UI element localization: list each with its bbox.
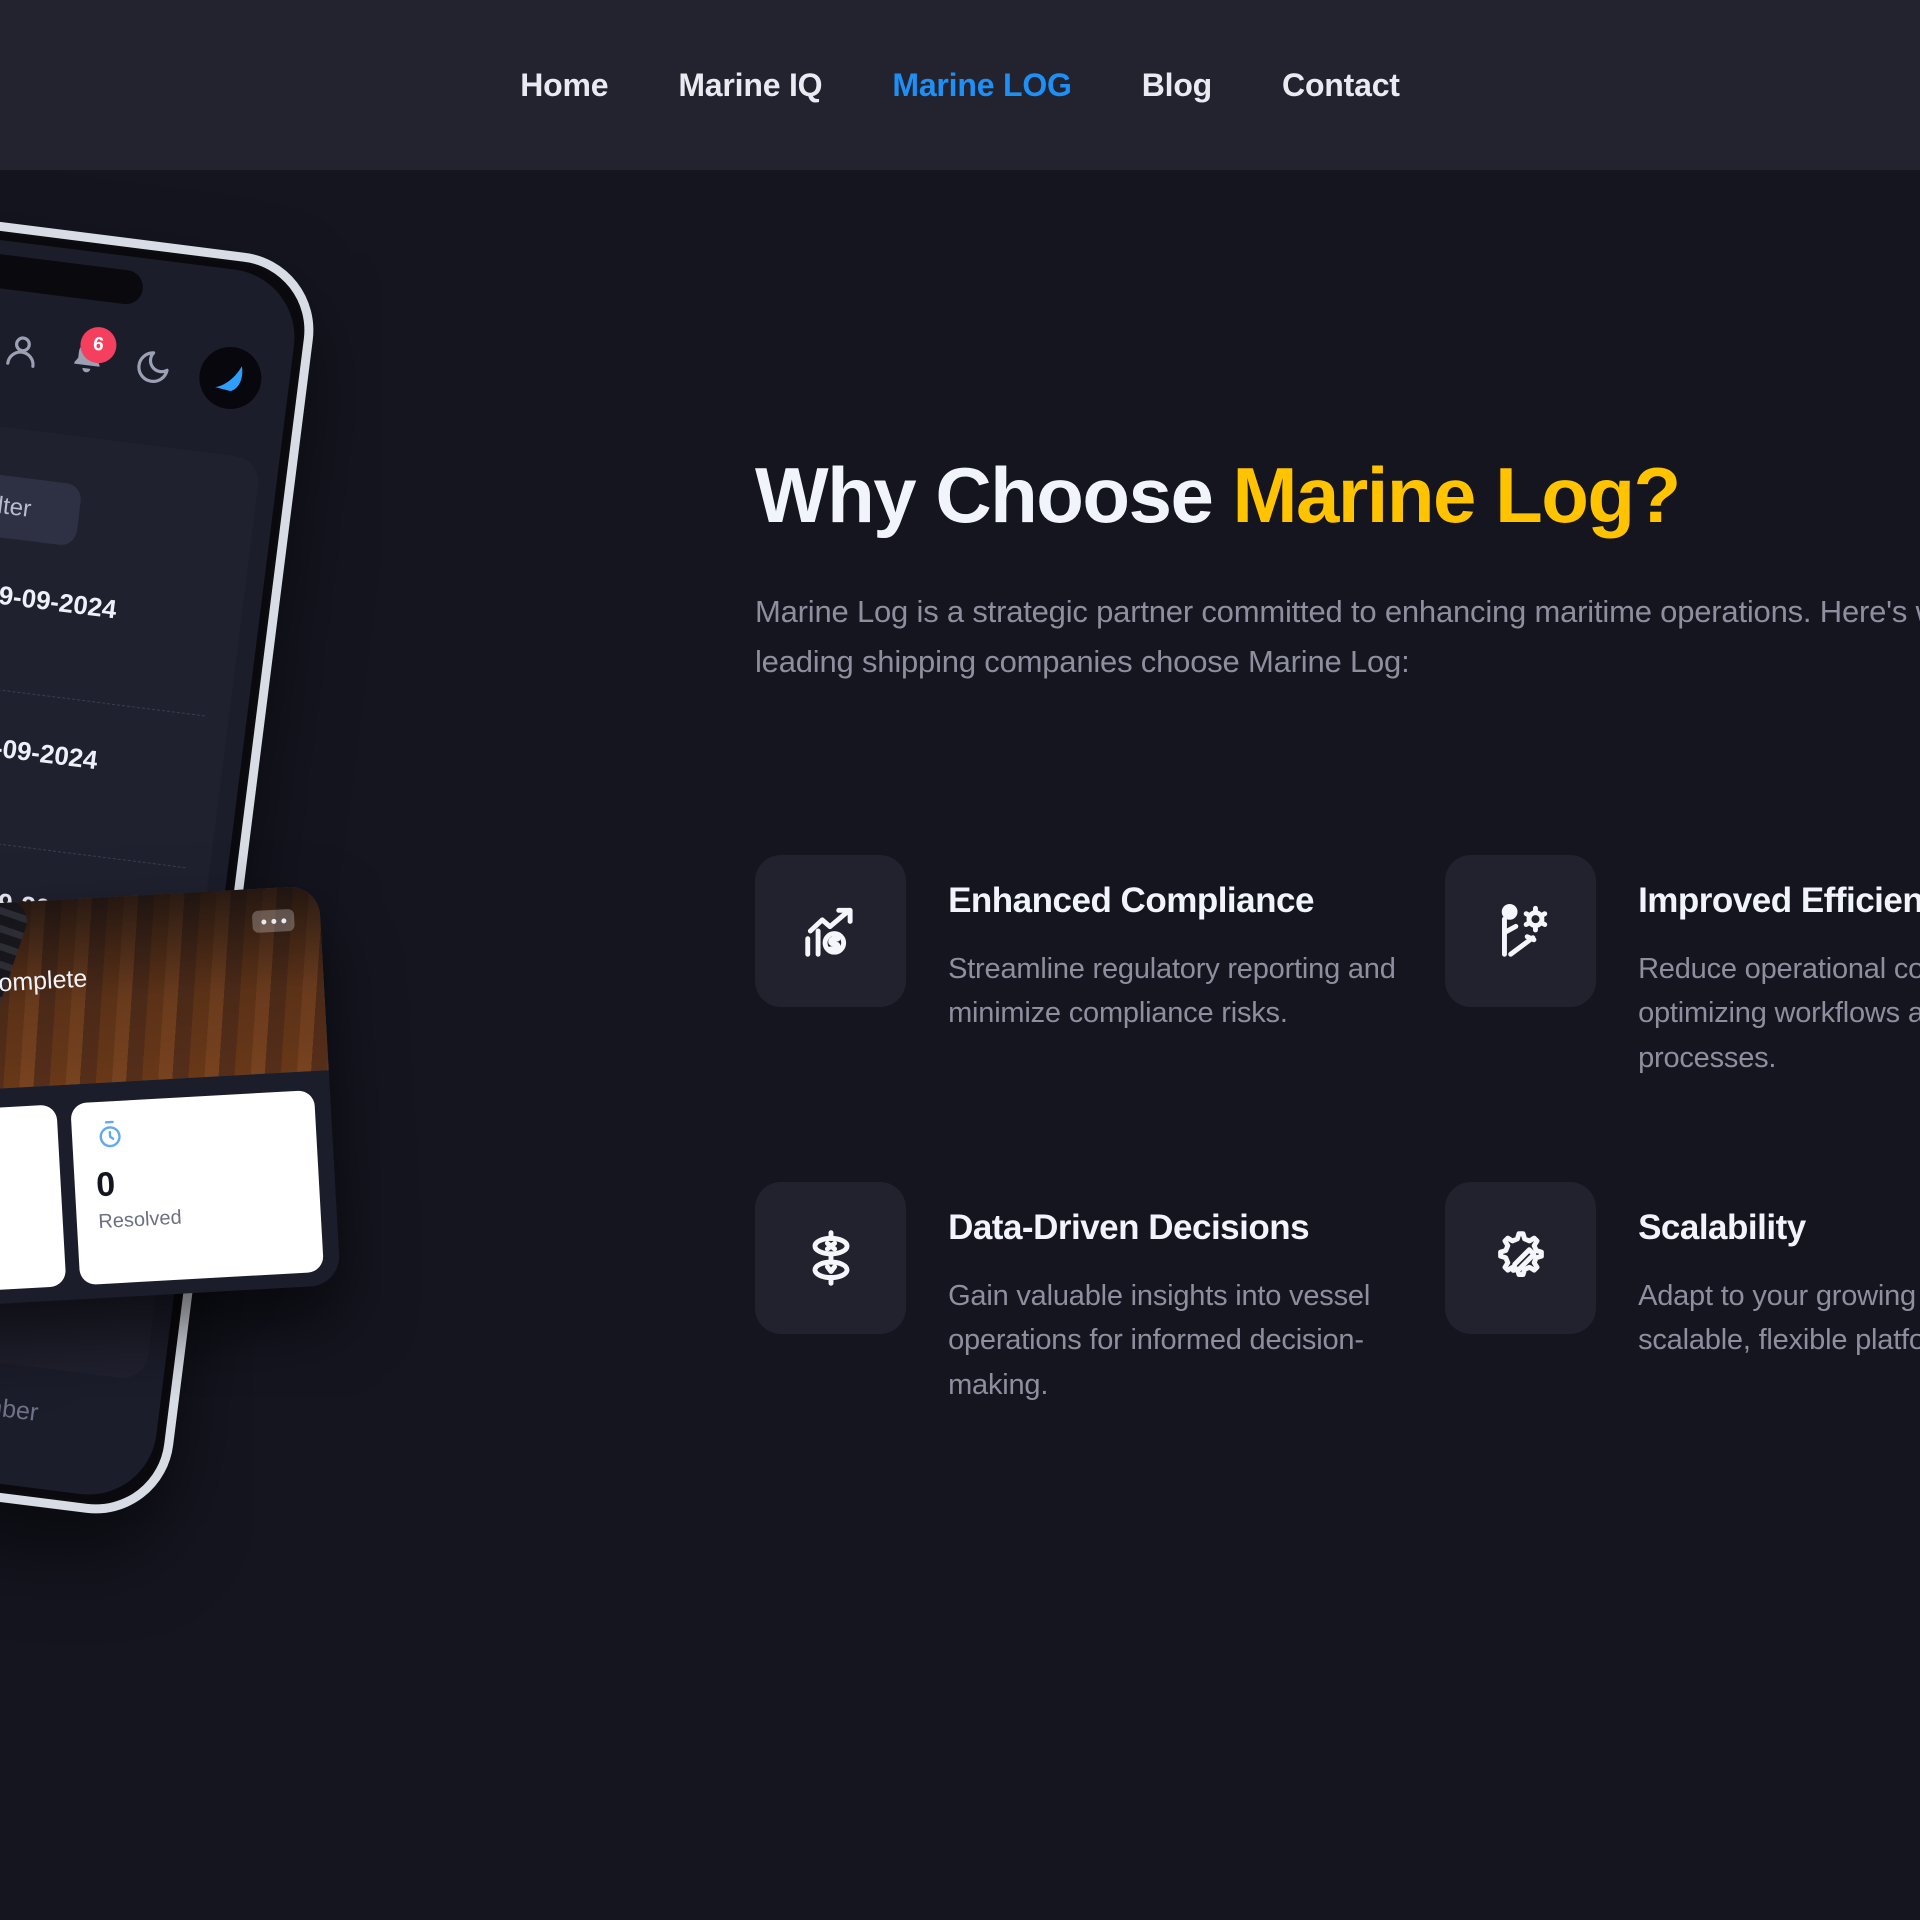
stat-value: 0 [95,1165,117,1205]
hero-content: Why Choose Marine Log? Marine Log is a s… [755,454,1920,687]
feature-description: Reduce operational costs by optimizing w… [1638,953,1920,1074]
page-title: Why Choose Marine Log? [755,454,1920,537]
moon-icon[interactable] [132,346,177,391]
data-nodes-icon [755,1182,907,1335]
hero-intro-paragraph: Marine Log is a strategic partner commit… [755,593,1920,680]
feature-description: Streamline regulatory reporting and mini… [948,953,1396,1030]
feature-title: Data-Driven Decisions [948,1208,1310,1248]
feature-grid: Enhanced Compliance Streamline regulator… [755,855,1920,1407]
feature-body: Data-Driven Decisions Gain valuable insi… [948,1182,1445,1407]
nav-item-blog[interactable]: Blog [1142,67,1212,104]
person-gear-efficiency-icon [1445,855,1597,1007]
nav-item-marine-iq[interactable]: Marine IQ [678,67,822,104]
feature-description: Gain valuable insights into vessel opera… [948,1280,1371,1401]
month-label: December [0,1384,40,1427]
filter-button[interactable]: Filter [0,461,83,547]
feature-body: Scalability Adapt to your growing fleet … [1638,1182,1920,1363]
feature-card-scalability: Scalability Adapt to your growing fleet … [1445,1182,1920,1407]
growth-chart-dollar-icon [755,855,907,1007]
page-root: Home Marine IQ Marine LOG Blog Contact 6… [0,0,1920,1920]
feature-card-data-driven-decisions: Data-Driven Decisions Gain valuable insi… [755,1182,1445,1407]
feature-title: Scalability [1638,1208,1806,1248]
stat-card-resolved[interactable]: 0 Resolved [69,1089,324,1286]
top-navigation: Home Marine IQ Marine LOG Blog Contact [0,0,1920,170]
clock-icon [93,1119,127,1153]
feature-body: Enhanced Compliance Streamline regulator… [948,855,1445,1036]
deficiency-summary-card: ...cies ...ficiencies to complete 3 Open [0,885,341,1315]
nav-item-contact[interactable]: Contact [1282,67,1400,104]
card-menu-icon[interactable] [251,908,295,934]
phone-frame: 6 Filter 09-09-2024 21-09-2024 December [0,197,323,1523]
stat-card-open[interactable]: 3 Open [0,1104,66,1300]
feature-title: Improved Efficiency [1638,881,1920,920]
feature-card-improved-efficiency: Improved Efficiency Reduce operational c… [1445,855,1920,1080]
feature-card-enhanced-compliance: Enhanced Compliance Streamline regulator… [755,855,1445,1080]
stat-label: Open [0,1213,63,1248]
date-range-value: 19-09-2024 - 21-09-2024 [0,710,100,776]
date-list-item[interactable]: 07-09-2024 - 09-09-2024 Date range [0,515,224,717]
phone-notch [0,251,145,307]
phone-topbar: 6 [0,277,295,433]
date-range-value: 07-09-2024 - 09-09-2024 [0,558,119,625]
filter-label: Filter [0,489,33,523]
app-logo-avatar[interactable] [195,343,265,413]
feature-title: Enhanced Compliance [948,881,1314,920]
deficiency-stats: 3 Open 0 Resolved [0,1075,341,1315]
bell-icon[interactable]: 6 [66,325,119,383]
phone-mockup: 6 Filter 09-09-2024 21-09-2024 December [0,197,323,1523]
headline-plain: Why Choose [755,451,1233,539]
headline-accent: Marine Log? [1232,451,1682,539]
feature-description: Adapt to your growing fleet with a scala… [1638,1280,1920,1357]
stat-value: 3 [0,1168,61,1219]
gear-pencil-customize-icon [1445,1182,1597,1335]
feature-body: Improved Efficiency Reduce operational c… [1638,855,1920,1080]
phone-screen: 6 Filter 09-09-2024 21-09-2024 December [0,217,303,1503]
nav-item-marine-log[interactable]: Marine LOG [892,67,1072,104]
user-icon[interactable] [1,329,46,374]
nav-item-home[interactable]: Home [520,67,608,104]
stat-label: Resolved [97,1206,183,1234]
